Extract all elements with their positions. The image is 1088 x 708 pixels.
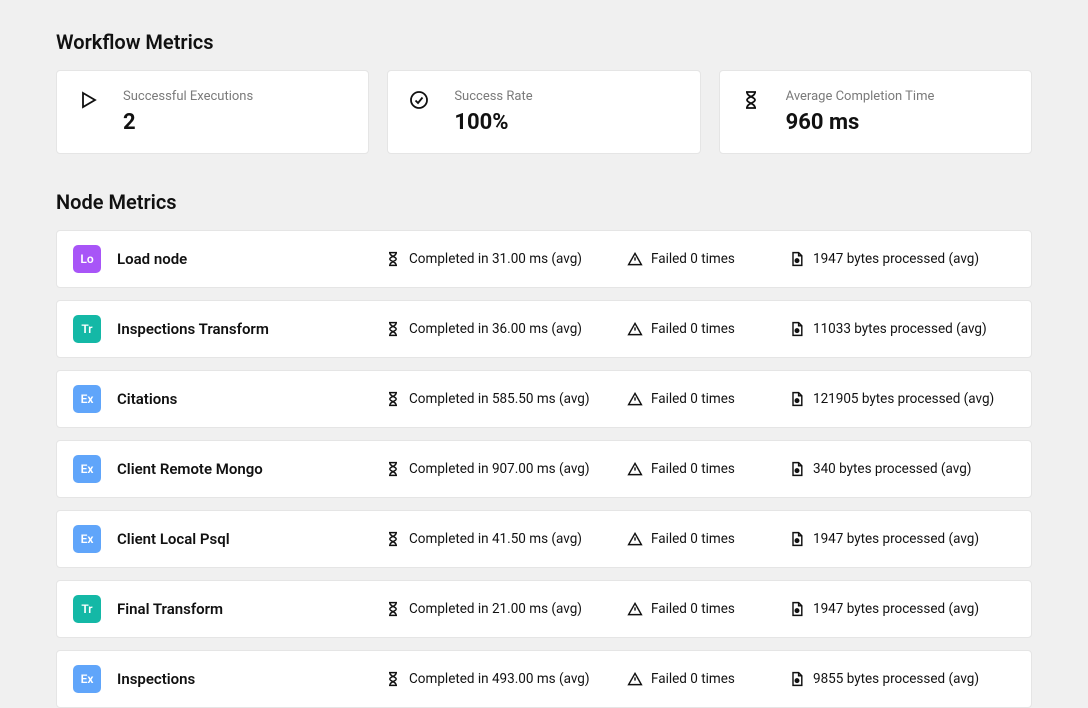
alert-icon (627, 601, 643, 617)
metric-card: Successful Executions 2 (56, 70, 369, 154)
hourglass-icon (385, 531, 401, 547)
metric-card: Success Rate 100% (387, 70, 700, 154)
node-bytes: 340 bytes processed (avg) (789, 461, 1015, 477)
node-fail: Failed 0 times (627, 601, 777, 617)
node-row[interactable]: Tr Inspections Transform Completed in 36… (56, 300, 1032, 358)
check-icon (408, 89, 430, 111)
node-bytes: 1947 bytes processed (avg) (789, 251, 1015, 267)
node-row[interactable]: Ex Citations Completed in 585.50 ms (avg… (56, 370, 1032, 428)
file-icon (789, 251, 805, 267)
node-row[interactable]: Ex Client Local Psql Completed in 41.50 … (56, 510, 1032, 568)
node-type-badge: Ex (73, 525, 101, 553)
metric-card: Average Completion Time 960 ms (719, 70, 1032, 154)
file-icon (789, 671, 805, 687)
metric-label: Average Completion Time (786, 89, 1011, 104)
alert-icon (627, 461, 643, 477)
play-icon (77, 89, 99, 111)
node-name: Load node (117, 250, 187, 268)
alert-icon (627, 391, 643, 407)
alert-icon (627, 671, 643, 687)
node-type-badge: Ex (73, 665, 101, 693)
workflow-metrics-title: Workflow Metrics (56, 30, 1032, 54)
node-time: Completed in 907.00 ms (avg) (385, 461, 615, 477)
node-fail: Failed 0 times (627, 671, 777, 687)
hourglass-icon (385, 601, 401, 617)
file-icon (789, 531, 805, 547)
metric-value: 2 (123, 110, 348, 135)
node-name: Client Remote Mongo (117, 460, 263, 478)
node-row[interactable]: Tr Final Transform Completed in 21.00 ms… (56, 580, 1032, 638)
hourglass-icon (385, 391, 401, 407)
metric-label: Success Rate (454, 89, 679, 104)
node-name: Client Local Psql (117, 530, 230, 548)
hourglass-icon (385, 461, 401, 477)
node-fail: Failed 0 times (627, 391, 777, 407)
metric-value: 100% (454, 110, 679, 135)
node-bytes: 9855 bytes processed (avg) (789, 671, 1015, 687)
alert-icon (627, 251, 643, 267)
metric-label: Successful Executions (123, 89, 348, 104)
node-type-badge: Ex (73, 455, 101, 483)
workflow-cards: Successful Executions 2 Success Rate 100… (56, 70, 1032, 154)
node-fail: Failed 0 times (627, 461, 777, 477)
node-row[interactable]: Ex Client Remote Mongo Completed in 907.… (56, 440, 1032, 498)
node-name: Inspections Transform (117, 320, 269, 338)
node-name: Final Transform (117, 600, 223, 618)
node-type-badge: Ex (73, 385, 101, 413)
file-icon (789, 321, 805, 337)
node-row[interactable]: Lo Load node Completed in 31.00 ms (avg)… (56, 230, 1032, 288)
hour-icon (740, 89, 762, 111)
node-type-badge: Tr (73, 595, 101, 623)
node-name: Citations (117, 390, 177, 408)
node-type-badge: Lo (73, 245, 101, 273)
node-type-badge: Tr (73, 315, 101, 343)
hourglass-icon (385, 251, 401, 267)
metric-value: 960 ms (786, 110, 1011, 135)
node-fail: Failed 0 times (627, 251, 777, 267)
node-time: Completed in 31.00 ms (avg) (385, 251, 615, 267)
node-name: Inspections (117, 670, 195, 688)
node-bytes: 121905 bytes processed (avg) (789, 391, 1015, 407)
alert-icon (627, 321, 643, 337)
file-icon (789, 461, 805, 477)
alert-icon (627, 531, 643, 547)
node-time: Completed in 36.00 ms (avg) (385, 321, 615, 337)
hourglass-icon (385, 321, 401, 337)
node-time: Completed in 493.00 ms (avg) (385, 671, 615, 687)
node-fail: Failed 0 times (627, 531, 777, 547)
node-bytes: 1947 bytes processed (avg) (789, 601, 1015, 617)
node-fail: Failed 0 times (627, 321, 777, 337)
node-metrics-title: Node Metrics (56, 190, 1032, 214)
node-bytes: 1947 bytes processed (avg) (789, 531, 1015, 547)
node-bytes: 11033 bytes processed (avg) (789, 321, 1015, 337)
hourglass-icon (385, 671, 401, 687)
file-icon (789, 601, 805, 617)
node-time: Completed in 41.50 ms (avg) (385, 531, 615, 547)
node-list: Lo Load node Completed in 31.00 ms (avg)… (56, 230, 1032, 708)
file-icon (789, 391, 805, 407)
node-time: Completed in 585.50 ms (avg) (385, 391, 615, 407)
node-row[interactable]: Ex Inspections Completed in 493.00 ms (a… (56, 650, 1032, 708)
node-time: Completed in 21.00 ms (avg) (385, 601, 615, 617)
